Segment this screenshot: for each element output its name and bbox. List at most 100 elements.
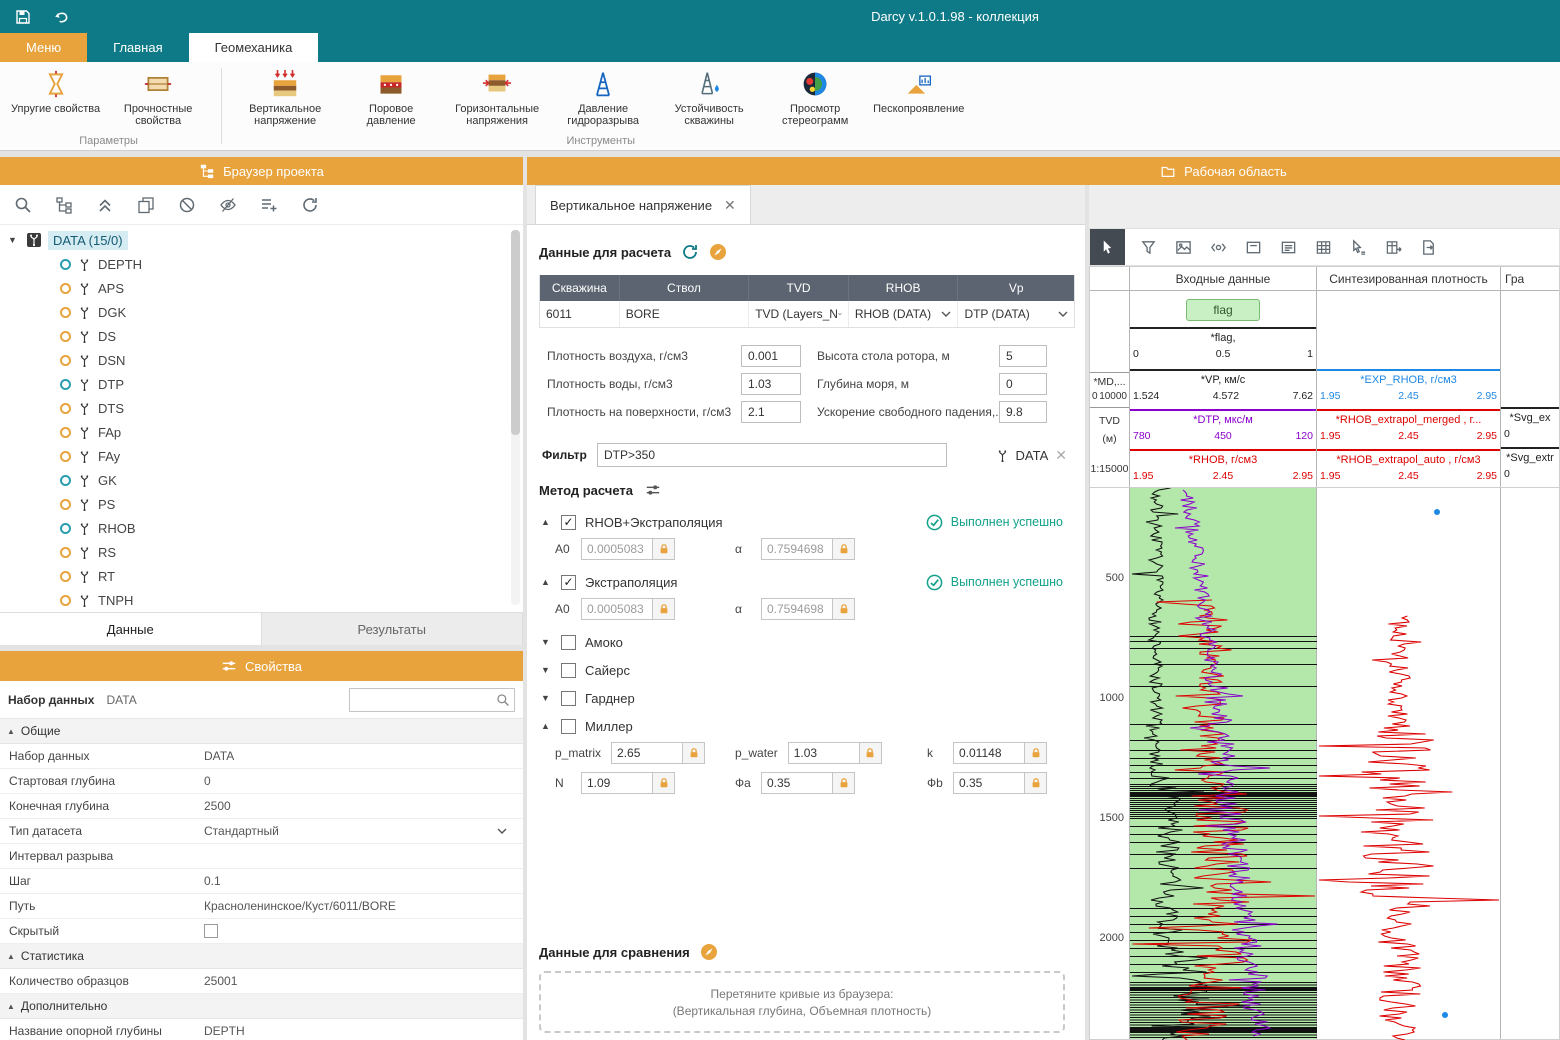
elastic-properties-button[interactable]: Упругие свойства: [6, 65, 105, 118]
close-icon[interactable]: ✕: [724, 197, 736, 214]
sand-production-button[interactable]: Пескопроявление: [868, 65, 969, 118]
method-checkbox[interactable]: ✓: [561, 574, 576, 590]
tvd-header[interactable]: TVD (м) 1:15000: [1090, 407, 1129, 487]
collapse-icon[interactable]: ▲: [541, 721, 552, 731]
method-checkbox[interactable]: ✓: [561, 514, 576, 530]
input-data-track[interactable]: [1130, 488, 1317, 1040]
collapse-icon[interactable]: ▲: [7, 952, 15, 961]
copy-button[interactable]: [137, 196, 155, 214]
vertical-stress-button[interactable]: Вертикальное напряжение: [232, 65, 338, 130]
lock-icon[interactable]: [833, 538, 855, 560]
group-cutoff[interactable]: Гра: [1501, 267, 1559, 290]
tree-item-DGK[interactable]: DGK: [0, 300, 523, 324]
vp-select[interactable]: DTP (DATA): [958, 301, 1074, 327]
refresh-icon[interactable]: [681, 243, 699, 261]
md-header[interactable]: *MD,... 0 10000: [1090, 372, 1129, 407]
method-row-0[interactable]: ▲ ✓ RHOB+Экстраполяция Выполнен успешно: [539, 508, 1075, 536]
curve-header[interactable]: *flag, 0 0.5 1: [1130, 327, 1316, 369]
tree-item-TNPH[interactable]: TNPH: [0, 588, 523, 612]
method-checkbox[interactable]: [561, 690, 576, 706]
method-checkbox[interactable]: [561, 662, 576, 678]
filter-dataset-badge[interactable]: DATA ✕: [996, 447, 1075, 464]
export-image-button[interactable]: [1166, 229, 1201, 265]
collapse-icon[interactable]: ▲: [541, 517, 552, 527]
scrollbar-thumb[interactable]: [511, 230, 520, 435]
tree-item-FAp[interactable]: FAp: [0, 420, 523, 444]
tree-item-DTP[interactable]: DTP: [0, 372, 523, 396]
param-input[interactable]: [581, 772, 653, 794]
pore-pressure-button[interactable]: Поровое давление: [338, 65, 444, 130]
compass-icon[interactable]: [700, 943, 718, 961]
lock-icon[interactable]: [683, 742, 706, 764]
curve-header[interactable]: *RHOB_extrapol_auto , г/см3 1.95 2.45 2.95: [1317, 449, 1500, 487]
method-row-3[interactable]: ▼ Сайерс: [539, 656, 1075, 684]
collapse-icon[interactable]: ▲: [541, 577, 552, 587]
param-input[interactable]: [761, 772, 833, 794]
tab-home[interactable]: Главная: [87, 33, 188, 62]
lock-icon[interactable]: [833, 772, 855, 794]
tree-item-PS[interactable]: PS: [0, 492, 523, 516]
filter-input[interactable]: [597, 443, 947, 467]
lock-icon[interactable]: [1025, 772, 1047, 794]
gravity-input[interactable]: [999, 401, 1047, 423]
add-list-button[interactable]: [260, 196, 278, 214]
remove-filter-icon[interactable]: ✕: [1055, 447, 1067, 464]
tree-item-DEPTH[interactable]: DEPTH: [0, 252, 523, 276]
tree-item-DSN[interactable]: DSN: [0, 348, 523, 372]
tree-root-data[interactable]: ▼ DATA (15/0): [0, 228, 523, 252]
property-section-11[interactable]: ▲ Дополнительно: [0, 994, 523, 1019]
sea-depth-input[interactable]: [999, 373, 1047, 395]
air-density-input[interactable]: [741, 345, 801, 367]
collapse-icon[interactable]: ▲: [7, 1002, 15, 1011]
tree-scrollbar[interactable]: [511, 230, 520, 605]
surface-density-input[interactable]: [741, 401, 801, 423]
rotor-table-height-input[interactable]: [999, 345, 1047, 367]
fill-tool-button[interactable]: [1131, 229, 1166, 265]
hide-button[interactable]: [219, 196, 237, 214]
stereogram-view-button[interactable]: Просмотр стереограмм: [762, 65, 868, 130]
expander-icon[interactable]: ▼: [8, 235, 20, 245]
property-section-9[interactable]: ▲ Статистика: [0, 944, 523, 969]
tree-item-APS[interactable]: APS: [0, 276, 523, 300]
lock-icon[interactable]: [1025, 742, 1047, 764]
tab-geomechanics[interactable]: Геомеханика: [188, 33, 319, 62]
refresh-button[interactable]: [301, 196, 319, 214]
method-row-2[interactable]: ▼ Амоко: [539, 628, 1075, 656]
properties-search-input[interactable]: [354, 692, 496, 707]
param-input[interactable]: [761, 538, 833, 560]
lock-icon[interactable]: [653, 598, 675, 620]
select-tool-button[interactable]: [1090, 229, 1125, 265]
expand-icon[interactable]: ▼: [541, 637, 552, 647]
code-view-button[interactable]: [1201, 229, 1236, 265]
lock-icon[interactable]: [653, 772, 675, 794]
tree-item-DTS[interactable]: DTS: [0, 396, 523, 420]
property-value[interactable]: Стандартный: [204, 824, 279, 838]
block-button[interactable]: [178, 196, 196, 214]
frac-pressure-button[interactable]: Давление гидроразрыва: [550, 65, 656, 130]
tree-view-button[interactable]: [55, 196, 73, 214]
collapse-all-button[interactable]: [96, 196, 114, 214]
expand-icon[interactable]: ▼: [541, 693, 552, 703]
plot-body[interactable]: 500 1000 1500 2000: [1089, 488, 1560, 1040]
method-row-5[interactable]: ▲ Миллер: [539, 712, 1075, 740]
panel-list-button[interactable]: [1271, 229, 1306, 265]
tab-results[interactable]: Результаты: [262, 613, 523, 645]
param-input[interactable]: [787, 742, 860, 764]
cutoff-track[interactable]: [1501, 488, 1559, 1039]
collapse-icon[interactable]: ▲: [7, 727, 15, 736]
curve-header[interactable]: *Svg_extr 0: [1501, 447, 1559, 487]
curve-header[interactable]: *RHOB, г/см3 1.95 2.45 2.95: [1130, 449, 1316, 487]
param-input[interactable]: [581, 598, 653, 620]
tree-item-RT[interactable]: RT: [0, 564, 523, 588]
compare-dropzone[interactable]: Перетяните кривые из браузера: (Вертикал…: [539, 971, 1065, 1033]
param-input[interactable]: [611, 742, 684, 764]
param-input[interactable]: [953, 772, 1025, 794]
tab-vertical-stress[interactable]: Вертикальное напряжение ✕: [535, 185, 751, 224]
curve-header[interactable]: *VP, км/с 1.524 4.572 7.62: [1130, 369, 1316, 409]
curve-header[interactable]: *Svg_ex 0: [1501, 407, 1559, 447]
lock-icon[interactable]: [653, 538, 675, 560]
search-button[interactable]: [14, 196, 32, 214]
method-row-1[interactable]: ▲ ✓ Экстраполяция Выполнен успешно: [539, 568, 1075, 596]
method-row-4[interactable]: ▼ Гарднер: [539, 684, 1075, 712]
water-density-input[interactable]: [741, 373, 801, 395]
